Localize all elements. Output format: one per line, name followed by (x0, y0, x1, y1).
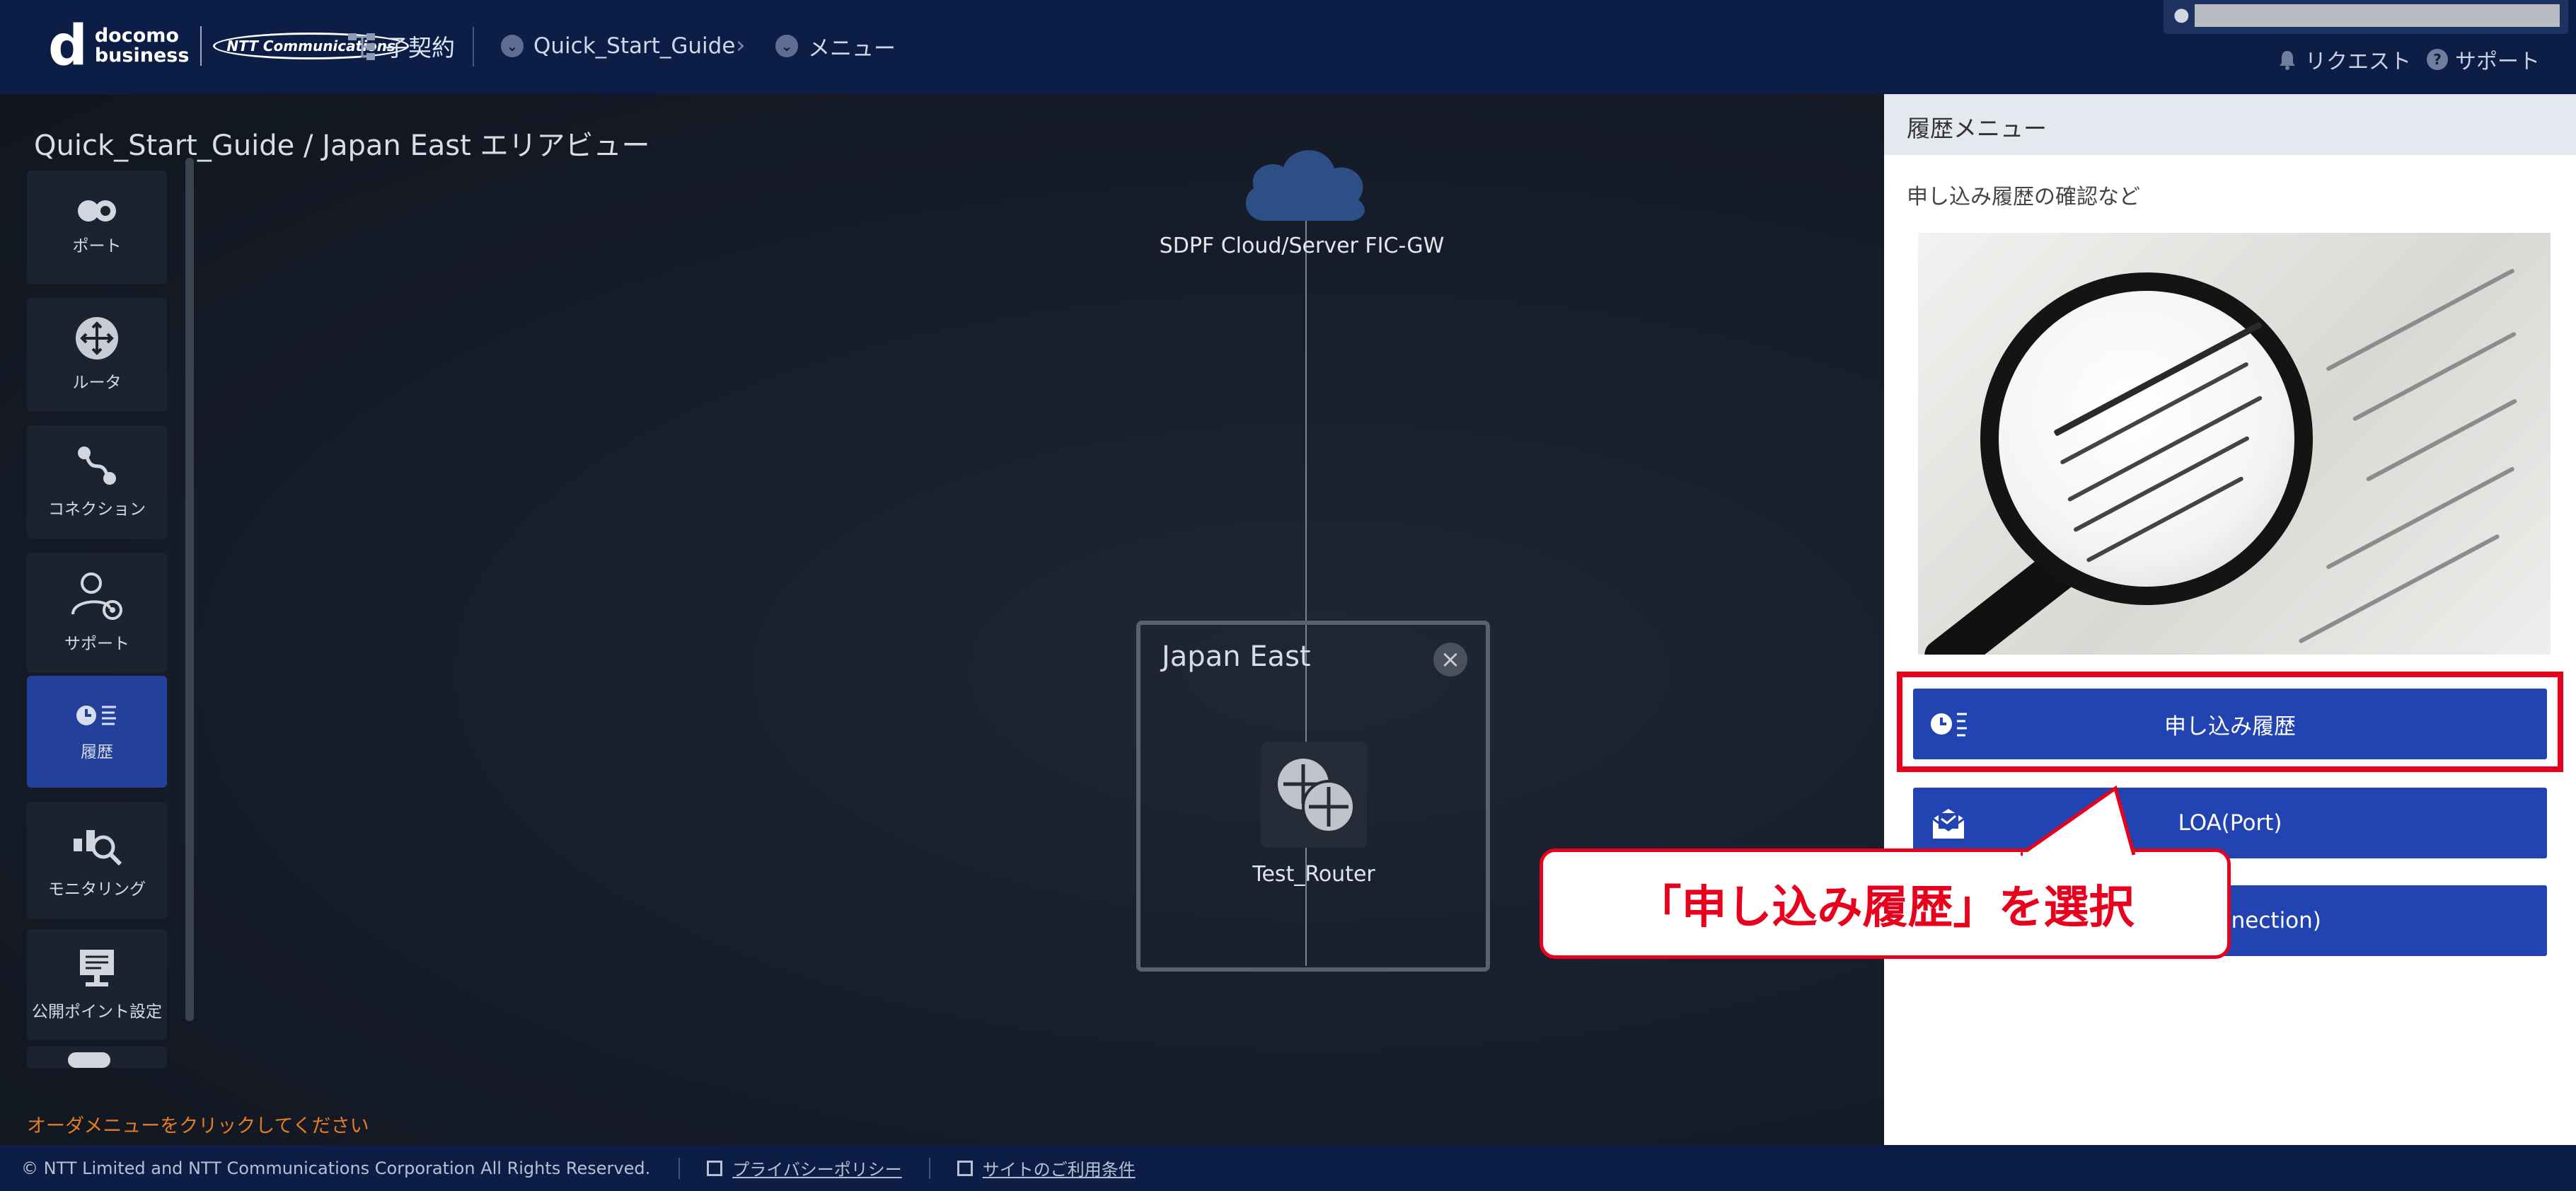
application-history-button[interactable]: 申し込み履歴 (1913, 689, 2547, 759)
loa-port-label: LOA(Port) (2178, 810, 2282, 836)
history-icon (76, 706, 116, 725)
breadcrumb-menu[interactable]: ⌄ メニュー (775, 28, 896, 64)
sidebar-item-more[interactable] (27, 1047, 167, 1068)
external-link-icon (707, 1160, 723, 1176)
router-label: Test_Router (1252, 862, 1375, 887)
sidebar-scrollbar[interactable] (185, 158, 194, 1021)
sidebar-item-public-point[interactable]: 公開ポイント設定 (27, 929, 167, 1040)
chevron-down-icon: ⌄ (501, 35, 524, 57)
logo-wordmark: docomo business (94, 25, 190, 67)
terms-of-use-link[interactable]: サイトのご利用条件 (983, 1156, 1136, 1180)
router-icon (76, 317, 118, 359)
connection-icon (78, 447, 116, 485)
support-user-icon (71, 573, 122, 620)
help-icon: ? (2427, 49, 2448, 70)
loa-connection-label: nnection) (2217, 908, 2321, 933)
area-title: Japan East (1162, 640, 1311, 673)
footer-divider (928, 1157, 930, 1179)
application-history-label: 申し込み履歴 (2164, 713, 2296, 740)
top-header: d docomo business NTT Communications 子契約… (0, 0, 2576, 94)
magnifier-document-image (1918, 233, 2551, 655)
port-icon (78, 200, 116, 221)
public-point-icon (80, 950, 114, 986)
panel-header: 履歴メニュー (1884, 94, 2576, 155)
contract-label: 子契約 (385, 34, 455, 62)
page-title: Quick_Start_Guide / Japan East エリアビュー (34, 130, 650, 162)
external-link-icon (957, 1160, 973, 1176)
chevron-down-icon: ⌄ (775, 35, 798, 57)
privacy-policy-link[interactable]: プライバシーポリシー (732, 1156, 902, 1180)
user-name-redacted (2195, 4, 2560, 27)
breadcrumb-separator-icon: › (736, 31, 746, 59)
user-icon: ● (2173, 4, 2190, 25)
sidebar-item-monitoring[interactable]: モニタリング (27, 802, 167, 919)
header-divider (473, 27, 474, 67)
hierarchy-icon (348, 33, 375, 60)
cloud-node-label: SDPF Cloud/Server FIC-GW (1159, 234, 1445, 258)
instruction-callout: 「申し込み履歴」を選択 (1540, 785, 2231, 959)
footer-divider (678, 1157, 681, 1179)
callout-pointer (2021, 785, 2136, 856)
magnifier-lens (1980, 272, 2313, 605)
panel-title: 履歴メニュー (1907, 115, 2047, 142)
sub-contract-link[interactable]: 子契約 (347, 28, 455, 64)
callout-text: 「申し込み履歴」を選択 (1636, 882, 2135, 934)
order-menu-hint: オーダメニューをクリックしてください (27, 1115, 369, 1137)
cloud-node[interactable] (1237, 142, 1371, 226)
copyright: © NTT Limited and NTT Communications Cor… (21, 1158, 651, 1178)
area-view-canvas[interactable]: Quick_Start_Guide / Japan East エリアビュー ポー… (0, 94, 1884, 1145)
history-list-icon (1931, 713, 1967, 737)
sidebar-item-support[interactable]: サポート (27, 553, 167, 673)
user-account-box[interactable]: ● (2164, 0, 2568, 34)
logo-divider (200, 26, 202, 66)
sidebar-item-port[interactable]: ポート (27, 171, 167, 284)
loa-port-button[interactable]: LOA(Port) (1913, 788, 2547, 858)
request-link[interactable]: リクエスト (2277, 45, 2411, 74)
sidebar-item-router[interactable]: ルータ (27, 298, 167, 411)
cloud-icon (1245, 150, 1365, 221)
breadcrumb-project[interactable]: ⌄ Quick_Start_Guide (501, 28, 735, 64)
monitoring-icon (74, 830, 122, 866)
more-icon (68, 1052, 110, 1068)
router-pair-icon (1278, 759, 1356, 834)
panel-description: 申し込み履歴の確認など (1907, 185, 2140, 209)
bell-icon (2280, 51, 2295, 70)
support-link[interactable]: ? サポート (2427, 45, 2540, 74)
area-japan-east[interactable]: Japan East × Test_Router (1136, 621, 1490, 972)
sidebar-item-history[interactable]: 履歴 (27, 676, 167, 788)
footer: © NTT Limited and NTT Communications Cor… (0, 1145, 2576, 1191)
logo-mark: d (48, 14, 88, 78)
sidebar-item-connection[interactable]: コネクション (27, 425, 167, 539)
router-node[interactable] (1261, 742, 1367, 848)
loa-document-icon (1932, 809, 1965, 839)
history-menu-panel: 履歴メニュー 申し込み履歴の確認など 申し込み履歴 LOA(Port) nnec… (1884, 94, 2576, 1145)
close-icon[interactable]: × (1433, 643, 1467, 677)
